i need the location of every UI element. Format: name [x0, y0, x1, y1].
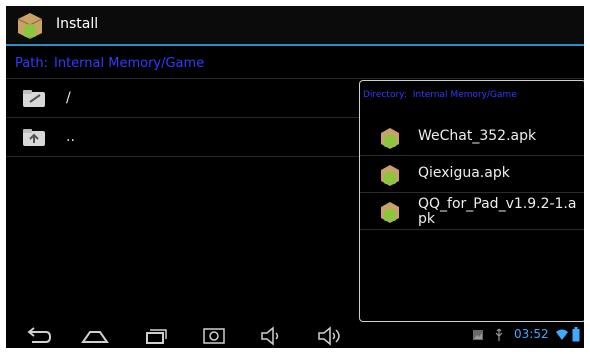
status-clock: 03:52	[514, 327, 549, 341]
folder-up-icon	[23, 129, 45, 146]
title-bar: Install	[6, 6, 584, 46]
directory-label: Directory:	[363, 90, 407, 100]
folder-back-icon	[23, 90, 45, 107]
apk-item[interactable]: Qiexigua.apk	[360, 156, 584, 193]
path-label: Path:	[15, 56, 48, 71]
navigation-bar: 03:52	[6, 322, 584, 348]
apk-item[interactable]: WeChat_352.apk	[360, 119, 584, 156]
window-title: Install	[56, 16, 99, 32]
android-package-icon	[381, 202, 399, 223]
wifi-icon	[556, 329, 568, 340]
recent-apps-icon[interactable]	[140, 324, 170, 346]
volume-up-icon[interactable]	[315, 324, 345, 346]
file-name: ..	[66, 129, 75, 145]
file-name: /	[66, 90, 71, 106]
install-dialog: Directory: Internal Memory/Game WeChat_35…	[359, 80, 584, 322]
back-icon[interactable]	[22, 324, 52, 346]
path-value: Internal Memory/Game	[54, 56, 205, 71]
gallery-notification-icon	[473, 330, 483, 340]
path-bar: Path: Internal Memory/Game	[6, 50, 584, 79]
directory-value: Internal Memory/Game	[412, 90, 517, 100]
apk-name: Qiexigua.apk	[418, 165, 510, 181]
screen: Install Path: Internal Memory/Game / .. …	[6, 6, 584, 348]
screenshot-icon[interactable]	[199, 324, 229, 346]
apk-name: QQ_for_Pad_v1.9.2-1.apk	[418, 196, 577, 227]
volume-down-icon[interactable]	[256, 324, 286, 346]
apk-item[interactable]: QQ_for_Pad_v1.9.2-1.apk	[360, 193, 584, 230]
battery-icon	[572, 327, 580, 342]
android-package-icon	[381, 165, 399, 186]
home-icon[interactable]	[80, 324, 110, 346]
directory-header: Directory: Internal Memory/Game	[363, 90, 517, 100]
usb-icon	[495, 328, 503, 341]
installer-app-icon	[17, 13, 43, 39]
android-package-icon	[381, 128, 399, 149]
apk-name: WeChat_352.apk	[418, 128, 537, 144]
